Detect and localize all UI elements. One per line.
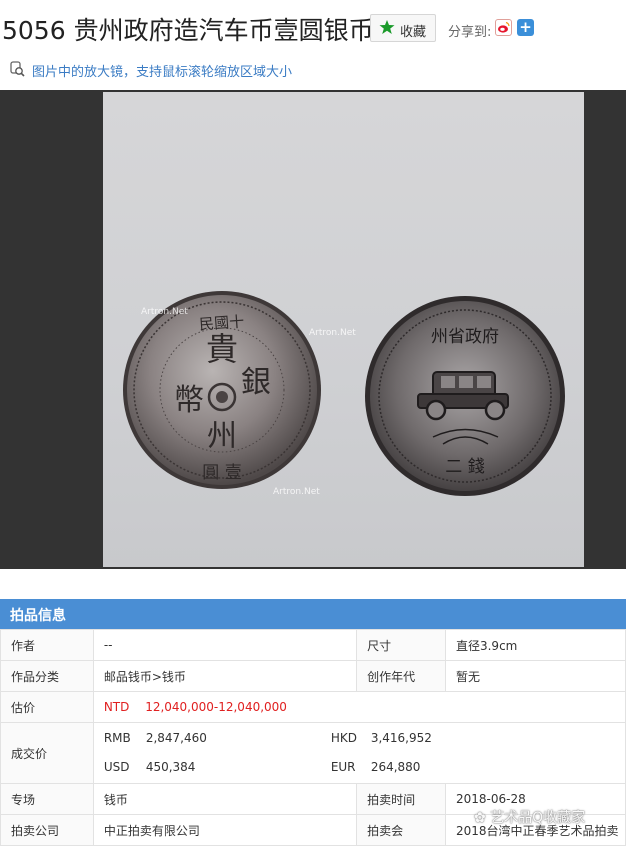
svg-text:二 錢: 二 錢 bbox=[445, 457, 484, 477]
deal-price-row-2: USD 450,384 EUR 264,880 bbox=[94, 753, 625, 783]
category-label: 作品分类 bbox=[0, 660, 94, 692]
watermark: Artron.Net bbox=[273, 487, 320, 497]
estimate-cell: NTD 12,040,000-12,040,000 bbox=[92, 691, 626, 723]
weibo-share-icon[interactable] bbox=[495, 19, 512, 36]
table-row: 作者 -- 尺寸 直径3.9cm bbox=[0, 629, 626, 661]
company-value[interactable]: 中正拍卖有限公司 bbox=[92, 814, 358, 846]
table-row: 成交价 RMB 2,847,460 HKD 3,416,952 USD 450,… bbox=[0, 722, 626, 784]
coin-obverse: 貴 幣 銀 州 民國十 圓 壹 bbox=[123, 291, 321, 489]
estimate-currency: NTD bbox=[103, 700, 130, 714]
svg-text:州: 州 bbox=[207, 419, 237, 454]
category-value: 邮品钱币>钱币 bbox=[92, 660, 358, 692]
estimate-value: 12,040,000-12,040,000 bbox=[145, 700, 287, 714]
estimate-label: 估价 bbox=[0, 691, 94, 723]
year-label: 创作年代 bbox=[356, 660, 446, 692]
deal-price-cell: RMB 2,847,460 HKD 3,416,952 USD 450,384 … bbox=[92, 722, 626, 784]
hkd-value: 3,416,952 bbox=[370, 731, 432, 745]
size-value: 直径3.9cm bbox=[444, 629, 626, 661]
svg-text:州省政府: 州省政府 bbox=[431, 327, 499, 347]
eur-currency: EUR bbox=[330, 760, 356, 774]
svg-text:幣: 幣 bbox=[174, 383, 204, 418]
coin-photo[interactable]: 貴 幣 銀 州 民國十 圓 壹 州省政府 二 錢 Artron.Net Artr… bbox=[103, 92, 584, 567]
image-viewer[interactable]: 貴 幣 銀 州 民國十 圓 壹 州省政府 二 錢 Artron.Net Artr… bbox=[0, 90, 626, 569]
page-title: 5056 贵州政府造汽车币壹圆银币 bbox=[2, 16, 374, 45]
rmb-currency: RMB bbox=[103, 731, 131, 745]
author-label: 作者 bbox=[0, 629, 94, 661]
session-value[interactable]: 钱币 bbox=[92, 783, 358, 815]
favorite-button[interactable]: 收藏 bbox=[370, 14, 436, 42]
share-label: 分享到: bbox=[448, 25, 492, 40]
zoom-hint-text: 图片中的放大镜，支持鼠标滚轮缩放区域大小 bbox=[32, 65, 293, 80]
watermark: Artron.Net bbox=[141, 307, 188, 317]
hkd-currency: HKD bbox=[330, 731, 357, 745]
magnifier-icon bbox=[10, 61, 25, 77]
deal-price-label: 成交价 bbox=[0, 722, 94, 784]
watermark-text: 艺术品Q收藏家 bbox=[490, 810, 586, 826]
svg-text:圓 壹: 圓 壹 bbox=[202, 463, 241, 483]
usd-currency: USD bbox=[103, 760, 130, 774]
author-value: -- bbox=[92, 629, 358, 661]
svg-text:銀: 銀 bbox=[241, 365, 271, 400]
lot-info-header: 拍品信息 bbox=[0, 599, 626, 629]
title-bar: 5056 贵州政府造汽车币壹圆银币 收藏 分享到: + bbox=[0, 0, 626, 56]
table-row: 估价 NTD 12,040,000-12,040,000 bbox=[0, 691, 626, 723]
size-label: 尺寸 bbox=[356, 629, 446, 661]
wechat-icon: ✿ bbox=[474, 810, 491, 826]
sale-label: 拍卖会 bbox=[356, 814, 446, 846]
deal-price-row-1: RMB 2,847,460 HKD 3,416,952 bbox=[94, 723, 625, 753]
watermark: Artron.Net bbox=[309, 328, 356, 338]
usd-value: 450,384 bbox=[145, 760, 196, 774]
weibo-icon bbox=[498, 21, 510, 33]
session-label: 专场 bbox=[0, 783, 94, 815]
eur-value: 264,880 bbox=[370, 760, 421, 774]
company-label: 拍卖公司 bbox=[0, 814, 94, 846]
lot-info-title: 拍品信息 bbox=[10, 608, 66, 624]
coin-reverse: 州省政府 二 錢 bbox=[365, 296, 565, 496]
rmb-value: 2,847,460 bbox=[145, 731, 207, 745]
svg-text:貴: 貴 bbox=[206, 330, 238, 368]
svg-text:民國十: 民國十 bbox=[199, 312, 245, 333]
table-row: 作品分类 邮品钱币>钱币 创作年代 暂无 bbox=[0, 660, 626, 692]
star-icon bbox=[379, 20, 395, 34]
wechat-watermark: ✿ 艺术品Q收藏家 bbox=[474, 807, 585, 827]
more-share-icon[interactable]: + bbox=[517, 19, 534, 36]
auction-time-label: 拍卖时间 bbox=[356, 783, 446, 815]
year-value: 暂无 bbox=[444, 660, 626, 692]
favorite-label: 收藏 bbox=[400, 25, 427, 40]
coin-image: 貴 幣 銀 州 民國十 圓 壹 州省政府 二 錢 Artron.Net Artr… bbox=[123, 291, 565, 497]
